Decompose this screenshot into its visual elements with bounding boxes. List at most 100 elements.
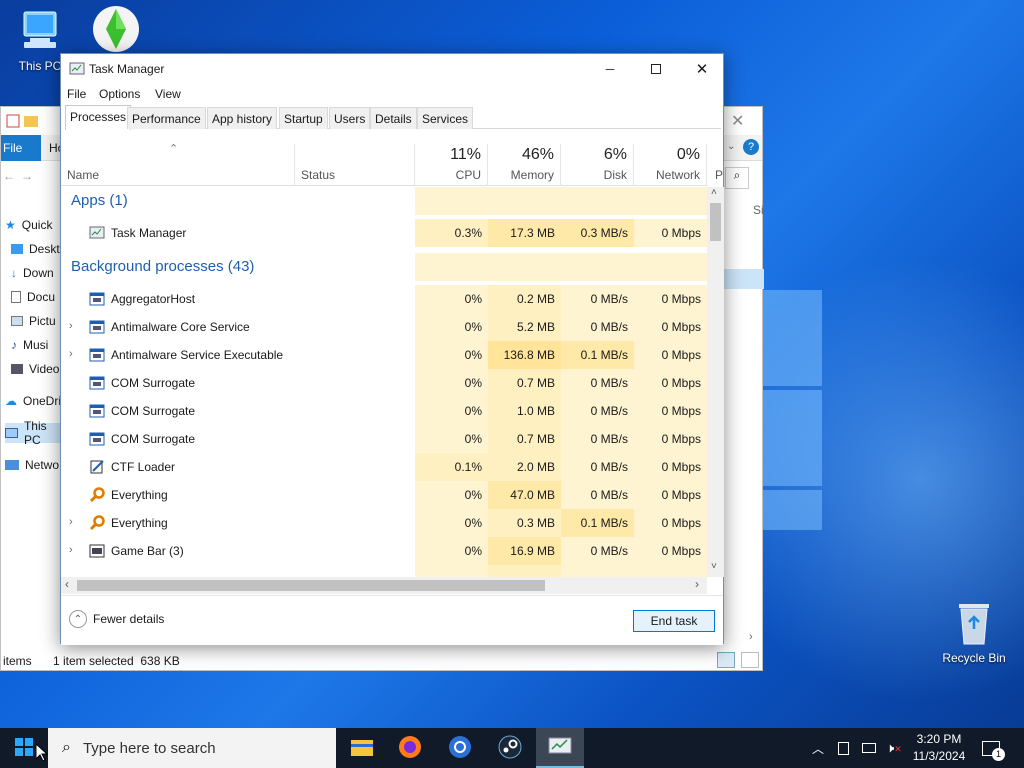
process-window-icon — [89, 543, 105, 559]
process-row[interactable]: COM Surrogate 0% 0.7 MB 0 MB/s 0 Mbps — [61, 425, 707, 453]
help-icon[interactable]: ? — [743, 139, 759, 155]
tab-processes[interactable]: Processes — [65, 105, 132, 130]
process-row[interactable]: CTF Loader 0.1% 2.0 MB 0 MB/s 0 Mbps — [61, 453, 707, 481]
horizontal-scrollbar[interactable]: ‹ › — [61, 577, 707, 594]
taskbar-app-firefox[interactable] — [386, 728, 434, 768]
this-pc-icon — [2, 8, 78, 57]
task-manager-window[interactable]: Task Manager ─ ✕ File Options View Proce… — [60, 53, 724, 645]
back-arrow-icon[interactable]: ← — [3, 169, 15, 183]
process-list[interactable]: Apps (1) Task Manager 0.3% 17.3 MB 0.3 M… — [61, 187, 707, 577]
task-manager-titlebar[interactable]: Task Manager ─ ✕ — [61, 54, 723, 84]
column-header-size[interactable]: Si — [753, 203, 764, 217]
process-row[interactable]: Everything 0% 47.0 MB 0 MB/s 0 Mbps — [61, 481, 707, 509]
nav-downloads[interactable]: ↓ Down — [11, 263, 54, 283]
taskbar-search-box[interactable]: ⌕ Type here to search — [48, 728, 336, 768]
tab-strip: Processes Performance App history Startu… — [65, 105, 721, 130]
group-header-background[interactable]: Background processes (43) — [61, 253, 707, 281]
minimize-button[interactable]: ─ — [587, 54, 633, 84]
menu-options[interactable]: Options — [99, 87, 140, 101]
process-row[interactable]: COM Surrogate 0% 1.0 MB 0 MB/s 0 Mbps — [61, 397, 707, 425]
nav-this-pc[interactable]: This PC — [5, 419, 63, 447]
desktop-icon-label: Recycle Bin — [942, 651, 1006, 665]
taskbar-app-task-manager[interactable] — [536, 728, 584, 768]
tab-details[interactable]: Details — [370, 107, 417, 129]
task-manager-icon — [548, 736, 572, 759]
tab-app-history[interactable]: App history — [207, 107, 278, 129]
scroll-down-arrow[interactable]: ˅ — [711, 561, 717, 572]
action-center-button[interactable]: 1 — [982, 728, 1005, 768]
fewer-details-button[interactable]: ⌃ Fewer details — [69, 610, 164, 628]
tab-services[interactable]: Services — [417, 107, 474, 129]
nav-documents[interactable]: Docu — [11, 287, 55, 307]
nav-music[interactable]: ♪ Musi — [11, 335, 48, 355]
nav-desktop[interactable]: Deskt — [11, 239, 60, 259]
forward-arrow-icon[interactable]: → — [21, 169, 33, 183]
expand-chevron-icon[interactable]: › — [69, 348, 73, 360]
process-row[interactable]: AggregatorHost 0% 0.2 MB 0 MB/s 0 Mbps — [61, 285, 707, 313]
column-header-memory[interactable]: 46% Memory — [488, 144, 561, 186]
nav-onedrive[interactable]: ☁ OneDri — [5, 391, 61, 411]
details-view-icon[interactable] — [717, 652, 735, 668]
process-row[interactable]: › Everything 0% 0.3 MB 0.1 MB/s 0 Mbps — [61, 509, 707, 537]
close-button[interactable]: ✕ — [679, 54, 725, 84]
process-window-icon — [89, 403, 105, 419]
document-icon — [11, 291, 21, 303]
menu-view[interactable]: View — [155, 87, 181, 101]
expand-chevron-icon[interactable]: › — [69, 516, 73, 528]
scroll-right-arrow[interactable]: › — [695, 577, 699, 591]
menu-file[interactable]: File — [67, 87, 86, 101]
column-header-status[interactable]: Status — [295, 144, 415, 186]
desktop-icon-recycle-bin[interactable]: Recycle Bin — [936, 600, 1012, 665]
scrollbar-thumb[interactable] — [77, 580, 545, 591]
scroll-up-arrow[interactable]: ˄ — [711, 187, 717, 198]
end-task-button[interactable]: End task — [633, 610, 715, 632]
process-row[interactable]: › Antimalware Core Service 0% 5.2 MB 0 M… — [61, 313, 707, 341]
taskbar-app-file-explorer[interactable] — [338, 728, 386, 768]
group-header-apps[interactable]: Apps (1) — [61, 187, 707, 215]
tablet-icon — [838, 741, 849, 755]
expand-chevron-icon[interactable]: › — [69, 544, 73, 556]
large-icons-view-icon[interactable] — [741, 652, 759, 668]
scrollbar-thumb[interactable] — [710, 203, 721, 241]
expand-chevron-icon[interactable]: › — [69, 320, 73, 332]
process-row[interactable]: Task Manager 0.3% 17.3 MB 0.3 MB/s 0 Mbp… — [61, 219, 707, 247]
nav-videos[interactable]: Video — [11, 359, 59, 379]
tab-performance[interactable]: Performance — [127, 107, 206, 129]
maximize-button[interactable] — [633, 54, 679, 84]
chevron-down-icon[interactable]: ⌄ — [727, 141, 735, 152]
process-row-partial[interactable] — [61, 565, 707, 577]
tray-overflow-button[interactable]: ︿ — [812, 728, 824, 768]
process-row[interactable]: COM Surrogate 0% 0.7 MB 0 MB/s 0 Mbps — [61, 369, 707, 397]
taskbar-clock[interactable]: 3:20 PM 11/3/2024 — [900, 731, 978, 765]
column-header-power-partial[interactable]: P — [715, 168, 723, 182]
process-window-icon — [89, 347, 105, 363]
process-row[interactable]: › Antimalware Service Executable 0% 136.… — [61, 341, 707, 369]
tab-users[interactable]: Users — [329, 107, 371, 129]
column-header-network[interactable]: 0% Network — [634, 144, 707, 186]
ribbon-file-tab[interactable]: File — [1, 135, 41, 161]
process-window-icon — [89, 319, 105, 335]
search-icon[interactable]: ⌕ — [725, 167, 749, 189]
scroll-left-arrow[interactable]: ‹ — [65, 577, 69, 591]
nav-network[interactable]: Netwo — [5, 455, 59, 475]
process-row[interactable]: › Game Bar (3) 0% 16.9 MB 0 MB/s 0 Mbps — [61, 537, 707, 565]
maximize-icon — [651, 64, 661, 74]
vertical-scrollbar[interactable]: ˄ ˅ — [707, 187, 724, 577]
column-header-disk[interactable]: 6% Disk — [561, 144, 634, 186]
wallpaper-windows-logo — [760, 290, 824, 590]
close-icon[interactable]: ✕ — [731, 111, 744, 131]
selected-file-row[interactable] — [724, 269, 764, 289]
column-header-name[interactable]: ⌃ Name — [61, 143, 295, 186]
nav-quick-access[interactable]: ★ Quick — [5, 215, 52, 235]
music-note-icon: ♪ — [11, 338, 17, 352]
taskbar: ⌕ Type here to search ︿ 🕨✕ 3:20 PM 11/3/… — [0, 728, 1024, 768]
column-header-cpu[interactable]: 11% CPU — [415, 144, 488, 186]
taskbar-app-steam[interactable] — [486, 728, 534, 768]
nav-pictures[interactable]: Pictu — [11, 311, 56, 331]
scroll-right-arrow[interactable]: › — [749, 631, 753, 643]
tray-tablet-icon-button[interactable] — [838, 728, 849, 768]
tab-startup[interactable]: Startup — [279, 107, 328, 129]
taskbar-app-chrome[interactable] — [436, 728, 484, 768]
desktop-icon-sims[interactable] — [78, 4, 154, 59]
tray-network-button[interactable] — [862, 728, 876, 768]
